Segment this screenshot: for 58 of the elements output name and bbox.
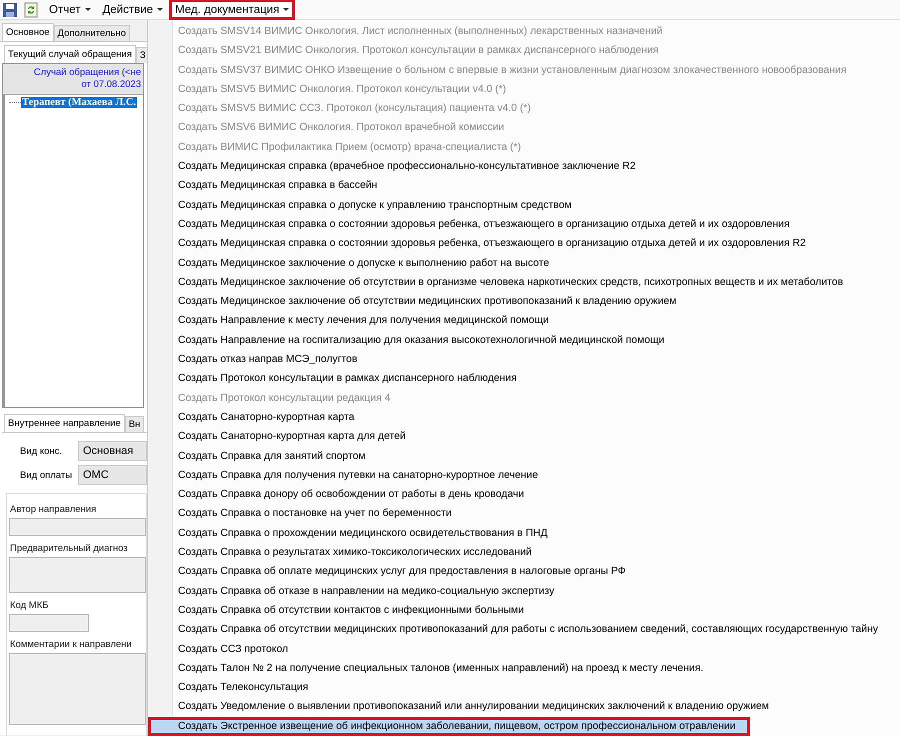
menu-item[interactable]: Создать Справка для получения путевки на санаторно-курортное лечение [148, 466, 900, 486]
field-label: Вид оплаты [20, 470, 74, 480]
tab[interactable]: З [136, 47, 147, 63]
case-date: от 07.08.2023 [81, 79, 141, 91]
save-icon[interactable] [2, 2, 18, 18]
field-label: Предварительный диагноз [9, 543, 129, 554]
field-label: Комментарии к направлени [9, 639, 133, 650]
input-field[interactable] [9, 614, 89, 632]
field-label: Код МКБ [9, 600, 50, 611]
menu-item[interactable]: Создать Справка о прохождении медицинского освидетельствования в ПНД [148, 524, 900, 544]
tab[interactable]: Основное [2, 23, 54, 41]
menu-item[interactable]: Создать Справка об оплате медицинских услуг для предоставления в налоговые органы РФ [148, 562, 900, 582]
tab[interactable]: Текущий случай обращения [4, 45, 136, 63]
menu-item[interactable]: Создать Медицинская справка в бассейн [148, 176, 900, 196]
caret-icon [157, 8, 164, 12]
menu-item[interactable]: Создать отказ направ МСЭ_полугтов [148, 350, 900, 370]
input-field[interactable] [9, 557, 146, 593]
menu-item[interactable]: Создать Медицинское заключение о допуске к выполнению работ на высоте [148, 254, 900, 273]
combo-field[interactable]: ОМС [78, 465, 147, 485]
menu-item[interactable]: Создать Справка о результатах химико-токсикологических исследований [148, 543, 900, 562]
menu-button[interactable]: Отчет [44, 0, 96, 19]
menu-item[interactable]: Создать ССЗ протокол [148, 640, 900, 659]
menu-item[interactable]: Создать Направление на госпитализацию для оказания высокотехнологичной медицинской помощи [148, 330, 900, 350]
menu-item[interactable]: Создать Медицинская справка о состоянии здоровья ребенка, отъезжающего в организацию отдыха детей и их оздоровления R2 [148, 234, 900, 254]
caret-icon [283, 8, 290, 12]
menu-button[interactable]: Мед. документация [170, 0, 294, 19]
menu-item[interactable]: Создать Справка для занятий спортом [148, 446, 900, 466]
menu-item[interactable]: Создать Протокол консультации в рамках диспансерного наблюдения [148, 369, 900, 389]
menu-item[interactable]: Создать Санаторно-курортная карта для детей [148, 427, 900, 447]
menu-item[interactable]: Создать Справка об отсутствии медицинских противопоказаний для работы с использованием сведений, составляющих государственную тайну [148, 620, 900, 640]
menu-item[interactable]: Создать Справка донору об освобождении от работы в день кроводачи [148, 485, 900, 504]
menu-button[interactable]: Действие [98, 0, 168, 19]
tab[interactable]: Вн [124, 416, 144, 432]
menu-item[interactable]: Создать Направление к месту лечения для получения медицинской помощи [148, 311, 900, 331]
refresh-icon[interactable] [23, 2, 39, 18]
caret-icon [84, 8, 90, 12]
menu-item[interactable]: Создать Медицинская справка о состоянии здоровья ребенка, отъезжающего в организацию отдыха детей и их оздоровления [148, 214, 900, 234]
menu-item[interactable]: Создать Медицинская справка (врачебное профессионально-консультативное заключение R2 [148, 157, 900, 176]
menu-item[interactable]: Создать Санаторно-курортная карта [148, 408, 900, 428]
menu-item[interactable]: Создать Справка об отсутствии контактов с инфекционными больными [148, 600, 900, 620]
field-label: Вид конс. [20, 446, 64, 456]
input-field[interactable] [9, 518, 146, 536]
tab[interactable]: Дополнительно [54, 25, 130, 41]
input-field[interactable] [9, 653, 146, 725]
menu-item[interactable]: Создать Экстренное извещение об инфекционном заболевании, пищевом, остром профессиональном отравлении [148, 716, 750, 736]
menu-item[interactable]: Создать Медицинское заключение об отсутствии медицинских противопоказаний к владению оружием [148, 292, 900, 312]
case-title: Случай обращения (<не [34, 67, 141, 79]
tree-item[interactable]: Терапевт (Махаева Л.С. [21, 97, 137, 108]
tab[interactable]: Внутреннее направление [4, 414, 125, 432]
menu-item[interactable]: Создать Медицинская справка о допуске к управлению транспортным средством [148, 196, 900, 215]
menu-item[interactable]: Создать Уведомление о выявлении противопоказаний или аннулировании медицинских заключений к владению оружием [148, 697, 900, 717]
menu-item[interactable]: Создать Телеконсультация [148, 678, 900, 698]
menu-item[interactable]: Создать Справка о постановке на учет по беременности [148, 504, 900, 524]
field-label: Автор направления [9, 504, 98, 515]
menu-item[interactable]: Создать Медицинское заключение об отсутствии в организме человека наркотических средств, психотропных веществ и их метаболитов [148, 272, 900, 292]
menu-item[interactable]: Создать Справка об отказе в направлении на медико-социальную экспертизу [148, 582, 900, 601]
combo-field[interactable]: Основная [78, 441, 147, 461]
menu-item[interactable]: Создать Талон № 2 на получение специальных талонов (именных направлений) на проезд к месту лечения. [148, 658, 900, 678]
